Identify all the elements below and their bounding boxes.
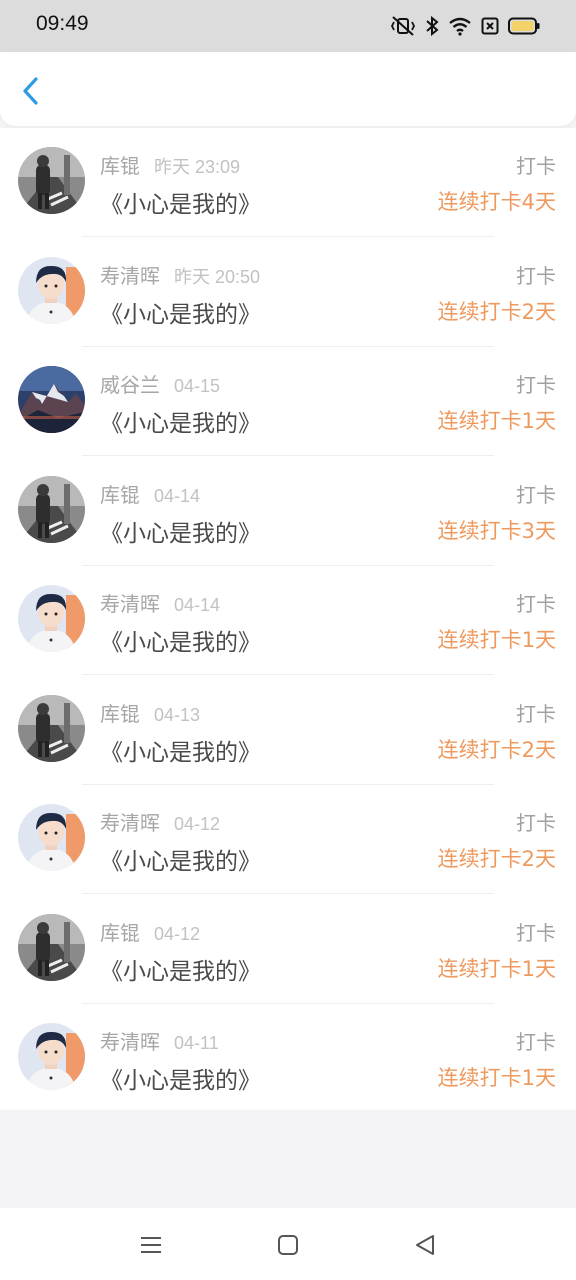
system-back-button[interactable] (410, 1230, 440, 1260)
user-name: 库锟 昨天 23:09 (100, 150, 240, 179)
streak-label: 连续打卡1天 (437, 956, 556, 981)
record-type: 打卡 (516, 920, 556, 945)
book-title: 《小心是我的》 (100, 411, 261, 437)
streak-label: 连续打卡4天 (437, 190, 556, 214)
streak-label: 连续打卡3天 (437, 518, 556, 543)
user-name-text: 寿清晖 (100, 592, 160, 616)
user-name: 威谷兰 04-15 (100, 369, 220, 398)
checkin-date: 04-13 (154, 704, 201, 725)
bluetooth-icon (425, 16, 439, 36)
book-title: 《小心是我的》 (100, 520, 261, 547)
book-title: 《小心是我的》 (100, 849, 261, 875)
avatar[interactable] (18, 1023, 85, 1090)
status-time: 09:49 (36, 12, 89, 35)
streak-label: 连续打卡2天 (437, 299, 556, 324)
list-item[interactable]: 寿清晖 04-12 《小心是我的》 打卡连续打卡2天 (0, 785, 576, 894)
user-name-text: 库锟 (100, 920, 140, 945)
checkin-date: 04-12 (154, 923, 201, 944)
streak-label: 连续打卡1天 (437, 1066, 556, 1090)
avatar[interactable] (18, 694, 85, 762)
streak-label: 连续打卡2天 (437, 737, 556, 762)
menu-icon (141, 1237, 161, 1253)
record-type: 打卡 (516, 154, 556, 178)
wifi-icon (448, 16, 472, 36)
user-name: 库锟 04-12 (100, 917, 200, 946)
header (0, 52, 576, 126)
avatar[interactable] (18, 804, 85, 871)
checkin-date: 04-14 (154, 485, 201, 506)
list-item[interactable]: 库锟 04-14 《小心是我的》 打卡连续打卡3天 (0, 457, 576, 566)
list-item[interactable]: 库锟 04-12 《小心是我的》 打卡连续打卡1天 (0, 895, 576, 1004)
user-name-text: 威谷兰 (100, 373, 160, 397)
record-type: 打卡 (516, 592, 556, 616)
record-type: 打卡 (516, 373, 556, 397)
list-item[interactable]: 库锟 昨天 23:09 《小心是我的》 打卡连续打卡4天 (0, 128, 576, 237)
home-square-icon (278, 1235, 298, 1255)
checkin-date: 04-12 (174, 814, 221, 834)
checkin-date: 昨天 23:09 (154, 157, 241, 177)
user-name: 寿清晖 04-12 (100, 807, 220, 836)
book-title: 《小心是我的》 (100, 739, 261, 766)
record-type: 打卡 (516, 263, 556, 288)
record-type: 打卡 (516, 1030, 556, 1054)
streak-label: 连续打卡1天 (437, 409, 556, 433)
avatar[interactable] (18, 256, 85, 324)
book-title: 《小心是我的》 (100, 192, 261, 218)
checkin-date: 04-11 (174, 1033, 219, 1053)
list-item[interactable]: 库锟 04-13 《小心是我的》 打卡连续打卡2天 (0, 676, 576, 785)
user-name-text: 库锟 (100, 701, 140, 726)
battery-icon (508, 17, 540, 35)
status-bar: 09:49 (0, 0, 576, 52)
user-name: 寿清晖 昨天 20:50 (100, 260, 260, 289)
status-icons (390, 14, 540, 38)
user-name-text: 库锟 (100, 154, 140, 178)
user-name-text: 寿清晖 (100, 263, 160, 288)
streak-label: 连续打卡2天 (437, 847, 556, 871)
navigation-bar (0, 1208, 576, 1280)
chevron-left-icon (23, 77, 38, 105)
back-triangle-icon (416, 1235, 434, 1255)
user-name: 库锟 04-14 (100, 479, 200, 508)
list-item[interactable]: 寿清晖 昨天 20:50 《小心是我的》 打卡连续打卡2天 (0, 238, 576, 347)
user-name-text: 库锟 (100, 482, 140, 507)
avatar[interactable] (18, 475, 85, 543)
streak-label: 连续打卡1天 (437, 628, 556, 652)
book-title: 《小心是我的》 (100, 958, 261, 985)
avatar[interactable] (18, 585, 85, 652)
vibrate-icon (390, 15, 416, 37)
avatar[interactable] (18, 913, 85, 981)
user-name-text: 寿清晖 (100, 811, 160, 835)
avatar[interactable] (18, 147, 85, 214)
user-name: 寿清晖 04-14 (100, 588, 220, 617)
record-type: 打卡 (516, 482, 556, 507)
checkin-date: 04-14 (174, 595, 221, 615)
back-button[interactable] (16, 74, 48, 108)
checkin-date: 昨天 20:50 (174, 266, 261, 287)
user-name-text: 寿清晖 (100, 1030, 160, 1054)
checkin-list: 库锟 昨天 23:09 《小心是我的》 打卡 连续打卡4天 寿清晖 昨天 20:50 《小心是… (0, 128, 576, 1110)
list-item[interactable]: 威谷兰 04-15 《小心是我的》 打卡连续打卡1天 (0, 347, 576, 456)
avatar[interactable] (18, 366, 85, 433)
sim-off-icon (481, 17, 499, 35)
user-name: 寿清晖 04-11 (100, 1026, 219, 1055)
book-title: 《小心是我的》 (100, 301, 261, 328)
checkin-date: 04-15 (174, 376, 221, 396)
user-name: 库锟 04-13 (100, 698, 200, 727)
book-title: 《小心是我的》 (100, 630, 261, 656)
list-item[interactable]: 寿清晖 04-11 《小心是我的》 打卡连续打卡1天 (0, 1004, 576, 1113)
home-button[interactable] (273, 1230, 303, 1260)
record-type: 打卡 (516, 811, 556, 835)
list-item[interactable]: 寿清晖 04-14 《小心是我的》 打卡连续打卡1天 (0, 566, 576, 675)
menu-button[interactable] (136, 1230, 166, 1260)
book-title: 《小心是我的》 (100, 1068, 261, 1094)
record-type: 打卡 (516, 701, 556, 726)
